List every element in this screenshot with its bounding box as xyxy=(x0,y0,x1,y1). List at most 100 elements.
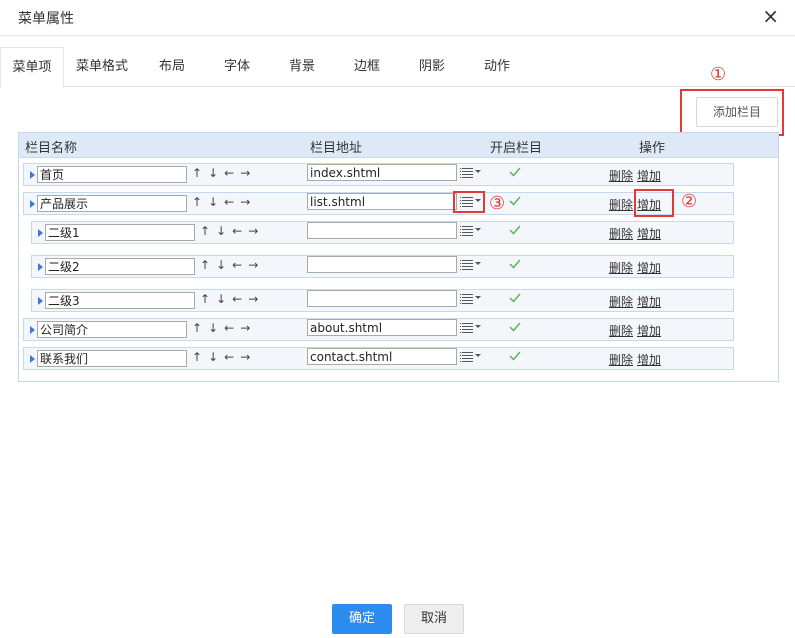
add-sub-item-link[interactable]: 增加 xyxy=(637,295,661,309)
expand-triangle-icon[interactable] xyxy=(30,355,35,363)
move-left-icon[interactable]: ← xyxy=(224,195,240,209)
enabled-check-icon[interactable] xyxy=(508,223,522,237)
move-down-icon[interactable]: ↓ xyxy=(208,195,224,209)
enabled-check-icon[interactable] xyxy=(508,194,522,208)
item-url-input[interactable] xyxy=(307,222,457,239)
delete-link[interactable]: 删除 xyxy=(609,295,633,309)
move-up-icon[interactable]: ↑ xyxy=(192,166,208,180)
row-actions: 删除 增加 xyxy=(609,167,665,184)
tab-border[interactable]: 边框 xyxy=(340,47,394,87)
item-name-input[interactable] xyxy=(45,258,195,275)
move-right-icon[interactable]: → xyxy=(248,292,264,306)
add-sub-item-link[interactable]: 增加 xyxy=(637,169,661,183)
tab-menu-format[interactable]: 菜单格式 xyxy=(66,47,138,87)
header-column-name: 栏目名称 xyxy=(25,141,78,156)
move-right-icon[interactable]: → xyxy=(240,166,256,180)
move-down-icon[interactable]: ↓ xyxy=(216,292,232,306)
move-up-icon[interactable]: ↑ xyxy=(200,224,216,238)
close-icon[interactable]: × xyxy=(762,6,779,26)
move-down-icon[interactable]: ↓ xyxy=(208,321,224,335)
move-down-icon[interactable]: ↓ xyxy=(216,258,232,272)
callout-number-2: ② xyxy=(681,191,698,212)
table-row: ↑↓←→ 删除增加 xyxy=(31,289,734,312)
cancel-button[interactable]: 取消 xyxy=(404,604,464,634)
item-url-input[interactable] xyxy=(307,193,457,210)
item-url-input[interactable] xyxy=(307,164,457,181)
tab-font[interactable]: 字体 xyxy=(210,47,264,87)
expand-triangle-icon[interactable] xyxy=(30,326,35,334)
add-column-button[interactable]: 添加栏目 xyxy=(696,97,778,127)
move-left-icon[interactable]: ← xyxy=(232,258,248,272)
item-name-input[interactable] xyxy=(37,350,187,367)
row-actions: 删除 增加 xyxy=(609,351,665,368)
expand-triangle-icon[interactable] xyxy=(30,200,35,208)
move-down-icon[interactable]: ↓ xyxy=(208,166,224,180)
add-sub-item-link[interactable]: 增加 xyxy=(637,261,661,275)
callout-box-2 xyxy=(634,189,674,217)
move-down-icon[interactable]: ↓ xyxy=(216,224,232,238)
link-picker-list-icon[interactable] xyxy=(460,291,482,307)
table-row: ↑↓←→ 删除增加 xyxy=(31,255,734,278)
item-name-input[interactable] xyxy=(37,195,187,212)
item-url-input[interactable] xyxy=(307,319,457,336)
tab-action[interactable]: 动作 xyxy=(470,47,524,87)
move-up-icon[interactable]: ↑ xyxy=(200,292,216,306)
add-sub-item-link[interactable]: 增加 xyxy=(637,227,661,241)
move-right-icon[interactable]: → xyxy=(248,224,264,238)
expand-triangle-icon[interactable] xyxy=(30,171,35,179)
move-left-icon[interactable]: ← xyxy=(232,224,248,238)
move-right-icon[interactable]: → xyxy=(248,258,264,272)
move-right-icon[interactable]: → xyxy=(240,350,256,364)
move-left-icon[interactable]: ← xyxy=(224,321,240,335)
item-url-input[interactable] xyxy=(307,348,457,365)
enabled-check-icon[interactable] xyxy=(508,349,522,363)
item-name-input[interactable] xyxy=(45,292,195,309)
expand-triangle-icon[interactable] xyxy=(38,229,43,237)
expand-triangle-icon[interactable] xyxy=(38,263,43,271)
row-actions: 删除 增加 xyxy=(609,293,665,310)
callout-box-3 xyxy=(453,191,485,213)
delete-link[interactable]: 删除 xyxy=(609,353,633,367)
enabled-check-icon[interactable] xyxy=(508,165,522,179)
delete-link[interactable]: 删除 xyxy=(609,324,633,338)
item-url-input[interactable] xyxy=(307,256,457,273)
link-picker-list-icon[interactable] xyxy=(460,223,482,239)
dialog-title: 菜单属性 xyxy=(18,11,74,27)
item-name-input[interactable] xyxy=(37,321,187,338)
item-name-input[interactable] xyxy=(45,224,195,241)
move-right-icon[interactable]: → xyxy=(240,195,256,209)
delete-link[interactable]: 删除 xyxy=(609,261,633,275)
move-right-icon[interactable]: → xyxy=(240,321,256,335)
move-arrows: ↑↓←→ xyxy=(192,195,256,209)
item-url-input[interactable] xyxy=(307,290,457,307)
move-up-icon[interactable]: ↑ xyxy=(192,321,208,335)
link-picker-list-icon[interactable] xyxy=(460,320,482,336)
delete-link[interactable]: 删除 xyxy=(609,169,633,183)
row-actions: 删除 增加 xyxy=(609,322,665,339)
add-sub-item-link[interactable]: 增加 xyxy=(637,353,661,367)
tab-menu-items[interactable]: 菜单项 xyxy=(0,47,64,88)
tab-layout[interactable]: 布局 xyxy=(145,47,199,87)
move-up-icon[interactable]: ↑ xyxy=(192,195,208,209)
tab-shadow[interactable]: 阴影 xyxy=(405,47,459,87)
move-left-icon[interactable]: ← xyxy=(224,350,240,364)
enabled-check-icon[interactable] xyxy=(508,320,522,334)
add-sub-item-link[interactable]: 增加 xyxy=(637,324,661,338)
enabled-check-icon[interactable] xyxy=(508,291,522,305)
tab-background[interactable]: 背景 xyxy=(275,47,329,87)
move-down-icon[interactable]: ↓ xyxy=(208,350,224,364)
delete-link[interactable]: 删除 xyxy=(609,227,633,241)
enabled-check-icon[interactable] xyxy=(508,257,522,271)
link-picker-list-icon[interactable] xyxy=(460,257,482,273)
ok-button[interactable]: 确定 xyxy=(332,604,392,634)
move-up-icon[interactable]: ↑ xyxy=(200,258,216,272)
callout-number-3: ③ xyxy=(489,193,506,214)
item-name-input[interactable] xyxy=(37,166,187,183)
link-picker-list-icon[interactable] xyxy=(460,165,482,181)
move-left-icon[interactable]: ← xyxy=(232,292,248,306)
move-up-icon[interactable]: ↑ xyxy=(192,350,208,364)
delete-link[interactable]: 删除 xyxy=(609,198,633,212)
expand-triangle-icon[interactable] xyxy=(38,297,43,305)
move-left-icon[interactable]: ← xyxy=(224,166,240,180)
link-picker-list-icon[interactable] xyxy=(460,349,482,365)
